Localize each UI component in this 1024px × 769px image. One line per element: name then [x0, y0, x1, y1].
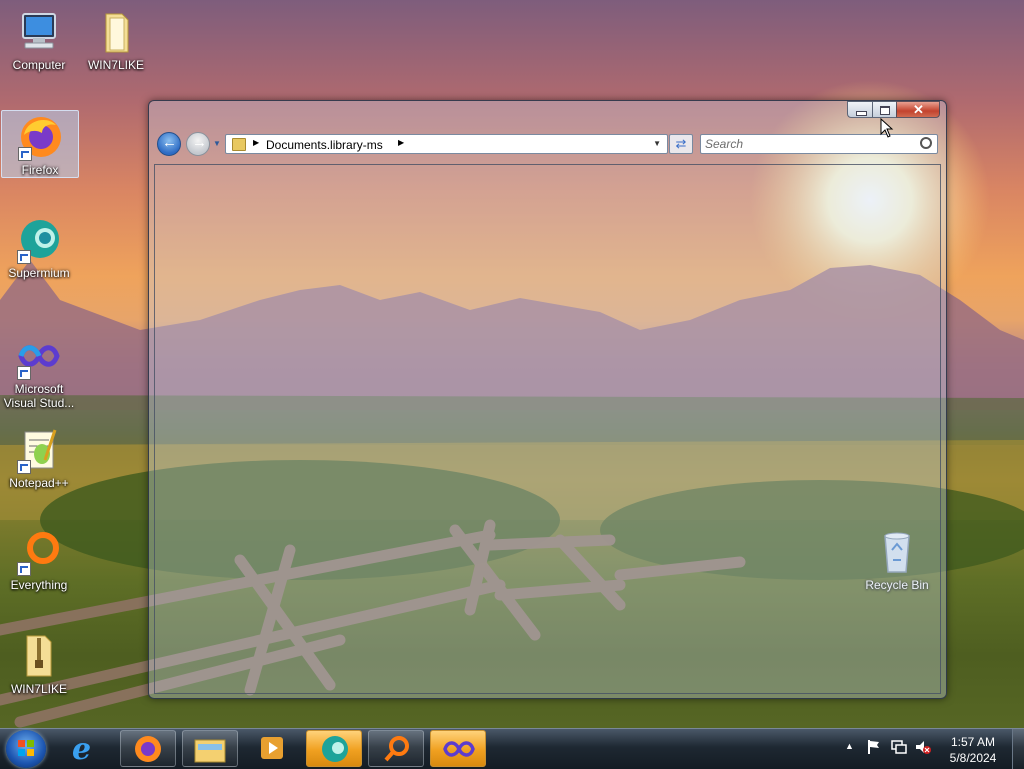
address-text: Documents.library-ms [266, 138, 383, 152]
recent-pages-dropdown-icon[interactable]: ▼ [213, 139, 221, 148]
desktop-icon-supermium[interactable]: Supermium [1, 214, 77, 280]
address-bar[interactable]: ▶ Documents.library-ms ▶ ▼ [225, 134, 668, 154]
explorer-window[interactable]: ✕ ← → ▼ ▶ Documents.library-ms ▶ ▼ ⇄ [148, 100, 947, 699]
file-list-area[interactable] [154, 164, 941, 694]
desktop-icon-label: Microsoft Visual Stud... [3, 382, 75, 410]
refresh-button[interactable]: ⇄ [669, 134, 693, 154]
supermium-icon [15, 216, 63, 264]
minimize-button[interactable] [847, 101, 873, 118]
supermium-icon [322, 736, 348, 762]
taskbar: e ▲ 1:57 AM 5/8/2024 [0, 728, 1024, 769]
arrow-right-icon: → [192, 134, 207, 151]
windows-orb-icon [18, 740, 34, 756]
visual-studio-icon [15, 332, 63, 380]
taskbar-item-visual-studio[interactable] [430, 730, 486, 767]
close-icon: ✕ [913, 102, 924, 117]
firefox-icon [135, 736, 161, 762]
desktop-icon-computer[interactable]: Computer [1, 6, 77, 72]
visual-studio-icon [443, 741, 475, 757]
taskbar-item-media-player[interactable] [244, 730, 300, 767]
zip-folder-icon [15, 632, 63, 680]
media-player-icon [261, 737, 283, 759]
show-desktop-button[interactable] [1012, 729, 1024, 769]
show-hidden-icons-button[interactable]: ▲ [845, 741, 854, 751]
clock-date: 5/8/2024 [949, 751, 997, 765]
desktop-icon-label: WIN7LIKE [87, 58, 144, 72]
minimize-icon [856, 111, 867, 116]
refresh-icon: ⇄ [675, 136, 687, 151]
desktop-icon-firefox[interactable]: Firefox [1, 110, 79, 178]
library-folder-icon [232, 138, 246, 151]
mouse-cursor-icon [880, 118, 894, 138]
taskbar-item-firefox[interactable] [120, 730, 176, 767]
desktop-icon-win7like-bottom[interactable]: WIN7LIKE [1, 630, 77, 696]
arrow-left-icon: ← [162, 134, 177, 151]
desktop-icon-label: Supermium [8, 266, 70, 280]
everything-search-icon [15, 528, 63, 576]
notepadpp-icon [15, 426, 63, 474]
shortcut-arrow-icon [18, 147, 32, 161]
firefox-icon [16, 113, 64, 161]
volume-muted-icon[interactable] [914, 739, 932, 755]
desktop-icon-label: Everything [10, 578, 68, 592]
taskbar-item-everything[interactable] [368, 730, 424, 767]
desktop-icon-label: Computer [12, 58, 66, 72]
maximize-icon [880, 106, 890, 115]
address-dropdown-icon[interactable]: ▼ [653, 139, 661, 148]
folder-icon [194, 739, 226, 763]
taskbar-clock[interactable]: 1:57 AM 5/8/2024 [938, 734, 1008, 766]
shortcut-arrow-icon [17, 366, 31, 380]
taskbar-item-internet-explorer[interactable]: e [60, 730, 116, 767]
desktop-icon-notepadpp[interactable]: Notepad++ [1, 424, 77, 490]
desktop-icon-label: Notepad++ [9, 476, 69, 490]
start-button[interactable] [6, 730, 46, 768]
desktop-icon-label: WIN7LIKE [10, 682, 67, 696]
everything-search-icon [384, 736, 409, 762]
desktop-icon-win7like-top[interactable]: WIN7LIKE [78, 6, 154, 72]
taskbar-item-windows-explorer[interactable] [182, 730, 238, 767]
desktop-icon-visual-studio[interactable]: Microsoft Visual Stud... [1, 330, 77, 410]
back-button[interactable]: ← [157, 132, 181, 156]
folder-icon [92, 8, 140, 56]
ie-icon: e [72, 732, 92, 767]
shortcut-arrow-icon [17, 460, 31, 474]
breadcrumb-chevron-icon[interactable]: ▶ [398, 138, 404, 147]
close-button[interactable]: ✕ [896, 101, 940, 118]
shortcut-arrow-icon [17, 562, 31, 576]
breadcrumb-chevron-icon[interactable]: ▶ [253, 138, 259, 147]
taskbar-item-supermium[interactable] [306, 730, 362, 767]
forward-button[interactable]: → [186, 132, 210, 156]
desktop-icon-label: Firefox [21, 163, 59, 177]
desktop-icon-everything[interactable]: Everything [1, 526, 77, 592]
search-icon[interactable] [920, 137, 932, 149]
computer-icon [15, 8, 63, 56]
action-center-flag-icon[interactable] [867, 739, 881, 755]
network-icon[interactable] [890, 739, 908, 755]
shortcut-arrow-icon [17, 250, 31, 264]
search-input[interactable] [700, 134, 938, 154]
clock-time: 1:57 AM [950, 735, 996, 749]
maximize-button[interactable] [872, 101, 897, 118]
